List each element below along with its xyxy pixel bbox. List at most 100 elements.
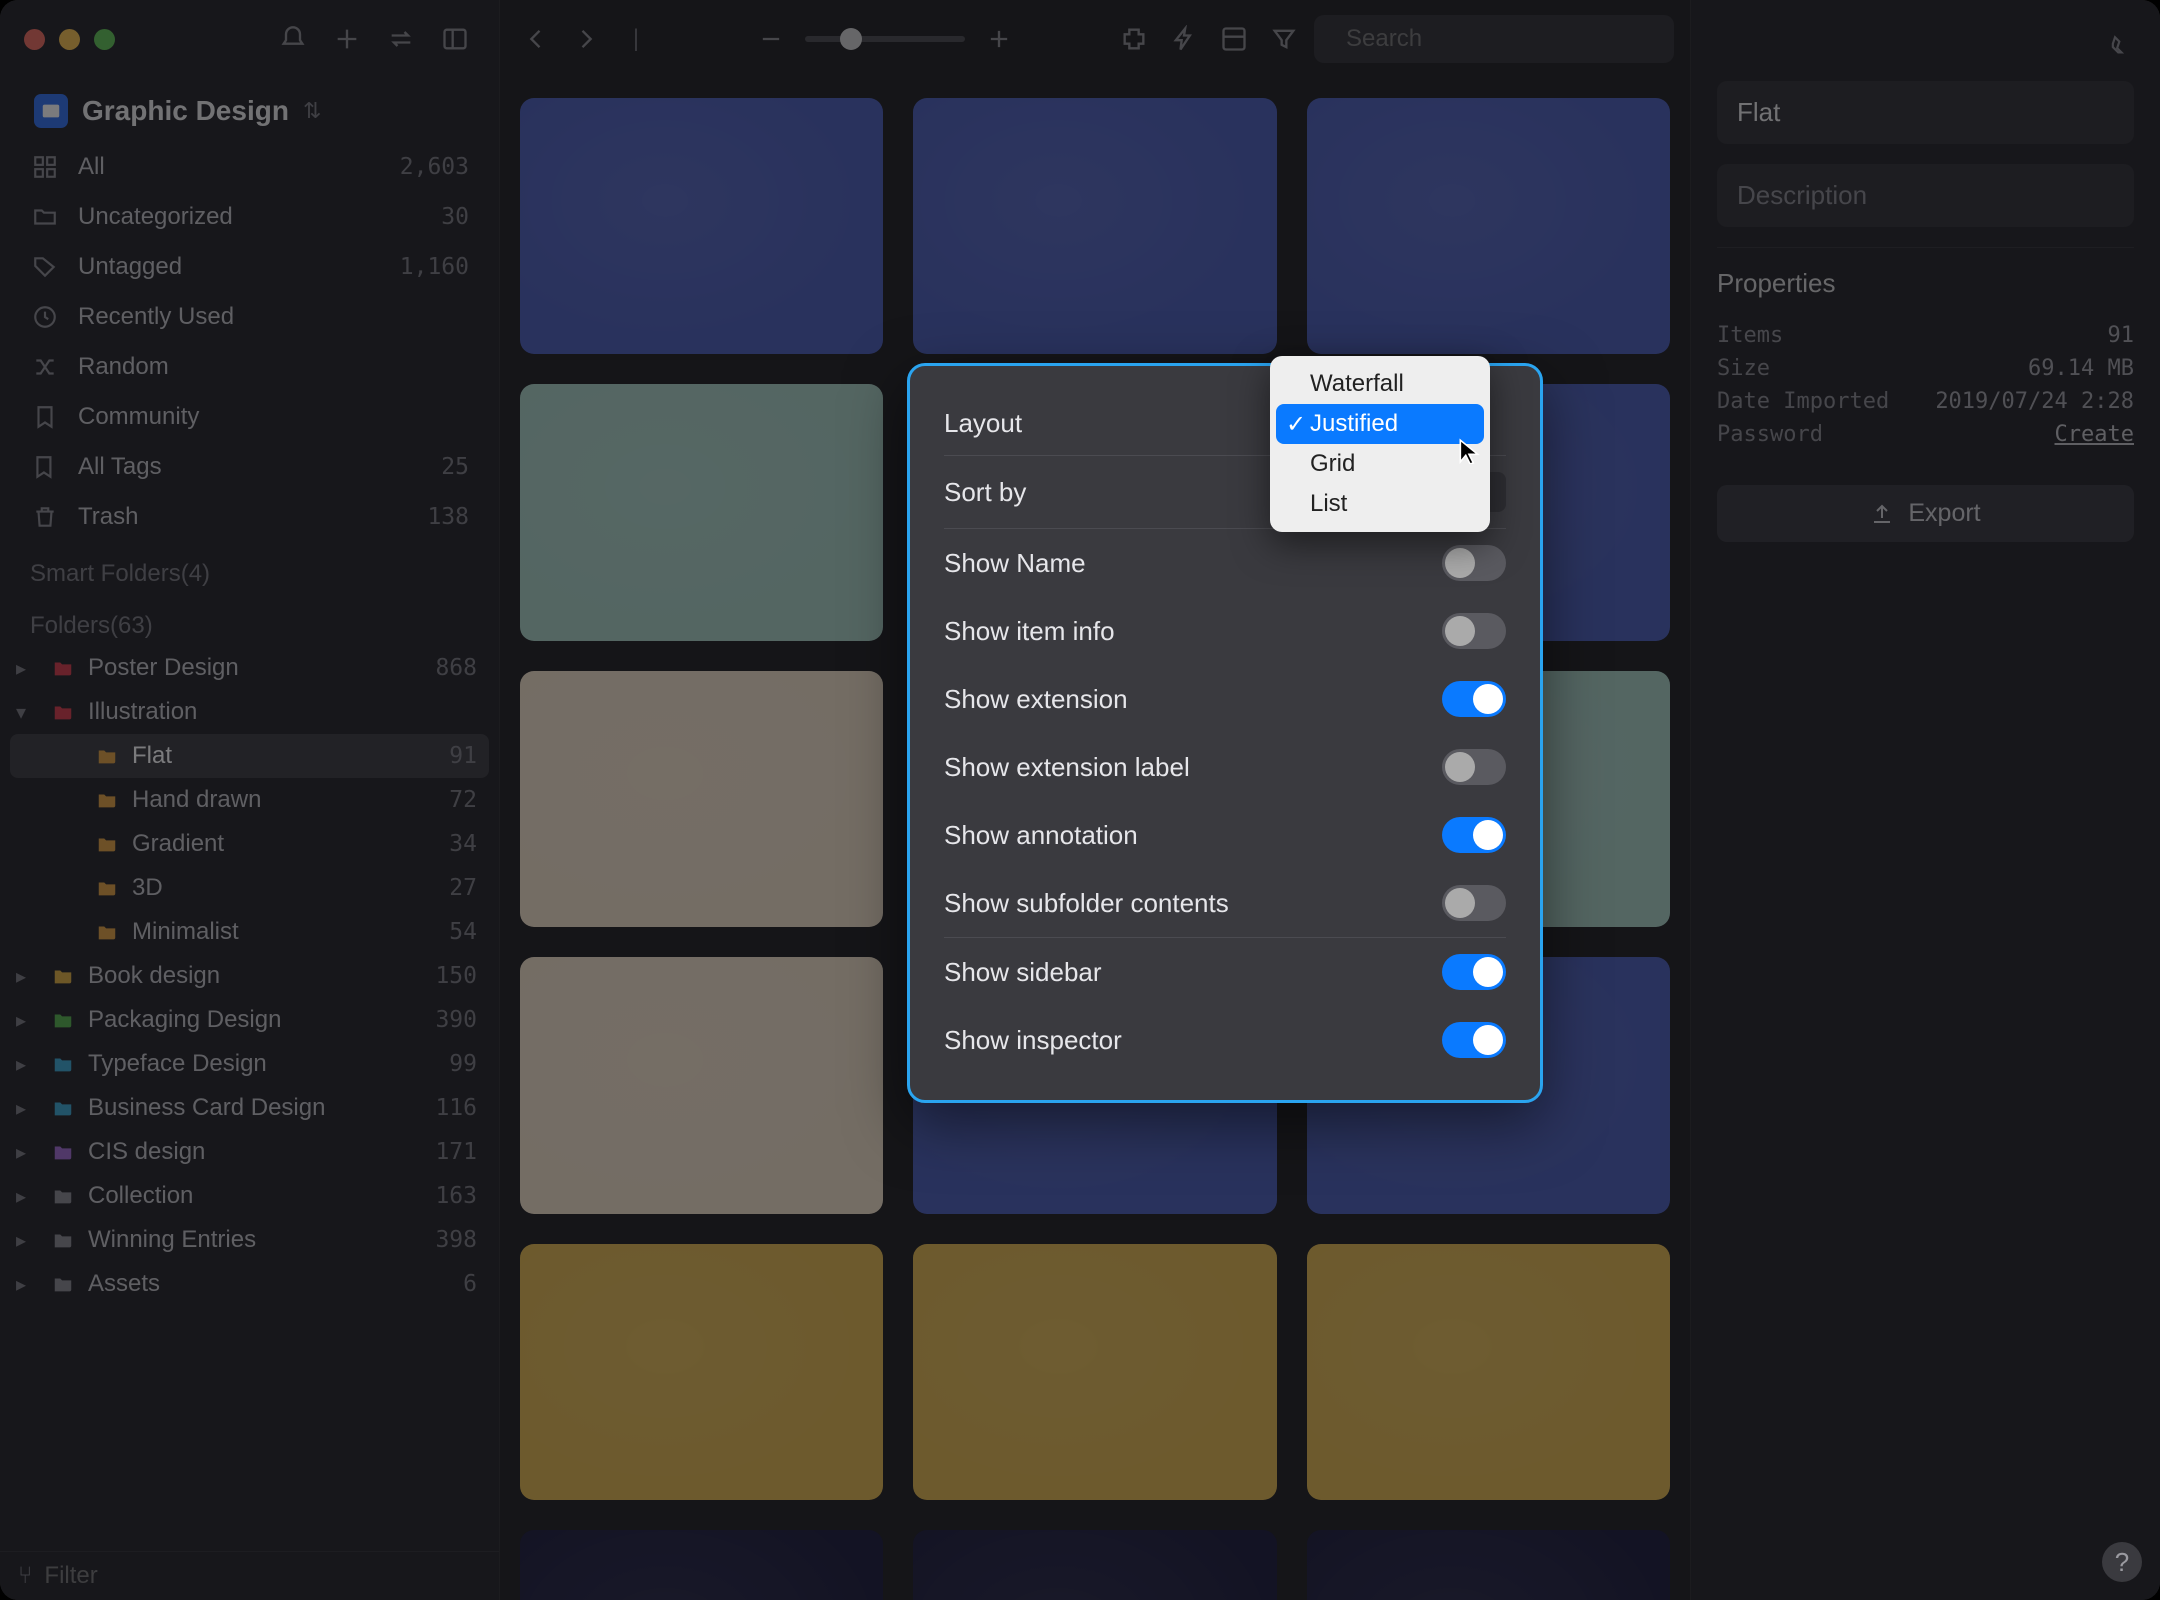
slider-track[interactable]: [805, 36, 965, 42]
search-input[interactable]: [1346, 25, 1656, 53]
disclosure-icon[interactable]: ▾: [16, 700, 38, 725]
disclosure-icon[interactable]: ▸: [16, 1096, 38, 1121]
main: |: [500, 0, 1690, 1600]
subfolder-row[interactable]: Flat91: [10, 734, 489, 778]
titlebar: [0, 0, 499, 78]
nav-uncategorized[interactable]: Uncategorized30: [10, 192, 489, 242]
disclosure-icon[interactable]: ▸: [16, 1052, 38, 1077]
forward-button[interactable]: [566, 19, 606, 59]
thumbnail[interactable]: [913, 98, 1276, 354]
nav-random[interactable]: Random: [10, 342, 489, 392]
folder-count: 72: [449, 787, 477, 813]
layout-option[interactable]: Grid: [1276, 444, 1484, 484]
thumbnail[interactable]: [520, 1244, 883, 1500]
search-box[interactable]: [1314, 15, 1674, 63]
toggle-label: Show subfolder contents: [944, 888, 1229, 919]
nav-community[interactable]: Community: [10, 392, 489, 442]
sidebar-toggle-icon[interactable]: [435, 19, 475, 59]
folder-row[interactable]: ▸Packaging Design390: [10, 998, 489, 1042]
thumbnail[interactable]: [520, 671, 883, 927]
folder-row[interactable]: ▸Typeface Design99: [10, 1042, 489, 1086]
bell-icon[interactable]: [273, 19, 313, 59]
close-window[interactable]: [24, 29, 45, 50]
folder-title-input[interactable]: Flat: [1717, 81, 2134, 144]
minimize-window[interactable]: [59, 29, 80, 50]
subfolder-row[interactable]: 3D27: [10, 866, 489, 910]
toggle-switch[interactable]: [1442, 681, 1506, 717]
fullscreen-window[interactable]: [94, 29, 115, 50]
folder-row[interactable]: ▸Poster Design868: [10, 646, 489, 690]
disclosure-icon[interactable]: ▸: [16, 1140, 38, 1165]
nav-label: Random: [78, 353, 169, 381]
window-controls: [24, 29, 115, 50]
library-header[interactable]: Graphic Design ⇅: [0, 84, 499, 138]
help-button[interactable]: ?: [2102, 1542, 2142, 1582]
property-row: PasswordCreate: [1717, 418, 2134, 451]
folder-row[interactable]: ▾Illustration: [10, 690, 489, 734]
nav-all-tags[interactable]: All Tags25: [10, 442, 489, 492]
nav-recently-used[interactable]: Recently Used: [10, 292, 489, 342]
plus-icon[interactable]: [327, 19, 367, 59]
nav-trash[interactable]: Trash138: [10, 492, 489, 542]
toggle-switch[interactable]: [1442, 545, 1506, 581]
folder-row[interactable]: ▸Business Card Design116: [10, 1086, 489, 1130]
smart-folders-header[interactable]: Smart Folders(4): [10, 542, 489, 594]
swap-icon[interactable]: [381, 19, 421, 59]
back-button[interactable]: [516, 19, 556, 59]
disclosure-icon[interactable]: ▸: [16, 656, 38, 681]
export-button[interactable]: Export: [1717, 485, 2134, 542]
folder-icon: [48, 656, 78, 680]
disclosure-icon[interactable]: ▸: [16, 1008, 38, 1033]
minus-icon[interactable]: [751, 19, 791, 59]
funnel-icon[interactable]: [1264, 19, 1304, 59]
layout-icon[interactable]: [1214, 19, 1254, 59]
disclosure-icon[interactable]: ▸: [16, 1184, 38, 1209]
toggle-switch[interactable]: [1442, 749, 1506, 785]
toggle-switch[interactable]: [1442, 613, 1506, 649]
bolt-icon[interactable]: [1164, 19, 1204, 59]
disclosure-icon[interactable]: ▸: [16, 1228, 38, 1253]
folder-row[interactable]: ▸Collection163: [10, 1174, 489, 1218]
nav-untagged[interactable]: Untagged1,160: [10, 242, 489, 292]
toggle-label: Show extension label: [944, 752, 1190, 783]
subfolder-row[interactable]: Minimalist54: [10, 910, 489, 954]
thumbnail[interactable]: [520, 957, 883, 1213]
folder-label: Poster Design: [88, 654, 425, 682]
disclosure-icon[interactable]: ▸: [16, 1272, 38, 1297]
toggle-switch[interactable]: [1442, 954, 1506, 990]
layout-option[interactable]: Justified: [1276, 404, 1484, 444]
thumbnail[interactable]: [520, 98, 883, 354]
filter-input[interactable]: [44, 1562, 481, 1590]
thumbnail[interactable]: [913, 1530, 1276, 1600]
thumbnail[interactable]: [1307, 1244, 1670, 1500]
toggle-switch[interactable]: [1442, 885, 1506, 921]
layout-option[interactable]: Waterfall: [1276, 364, 1484, 404]
folder-row[interactable]: ▸CIS design171: [10, 1130, 489, 1174]
thumbnail[interactable]: [913, 1244, 1276, 1500]
description-input[interactable]: Description: [1717, 164, 2134, 227]
zoom-slider[interactable]: [751, 19, 1019, 59]
folders-header[interactable]: Folders(63): [10, 594, 489, 646]
slider-knob[interactable]: [840, 28, 862, 50]
shuffle-icon: [30, 352, 60, 382]
toggle-switch[interactable]: [1442, 1022, 1506, 1058]
property-value[interactable]: Create: [2055, 422, 2134, 447]
subfolder-row[interactable]: Gradient34: [10, 822, 489, 866]
subfolder-row[interactable]: Hand drawn72: [10, 778, 489, 822]
folder-row[interactable]: ▸Winning Entries398: [10, 1218, 489, 1262]
disclosure-icon[interactable]: ▸: [16, 964, 38, 989]
thumbnail[interactable]: [1307, 98, 1670, 354]
pin-icon[interactable]: [2102, 22, 2134, 67]
folder-row[interactable]: ▸Book design150: [10, 954, 489, 998]
thumbnail[interactable]: [1307, 1530, 1670, 1600]
thumbnail[interactable]: [520, 1530, 883, 1600]
trash-icon: [30, 502, 60, 532]
nav-all[interactable]: All2,603: [10, 142, 489, 192]
toggle-switch[interactable]: [1442, 817, 1506, 853]
folder-row[interactable]: ▸Assets6: [10, 1262, 489, 1306]
layout-option[interactable]: List: [1276, 484, 1484, 524]
extension-icon[interactable]: [1114, 19, 1154, 59]
mouse-cursor: [1456, 438, 1482, 464]
thumbnail[interactable]: [520, 384, 883, 640]
plus-icon[interactable]: [979, 19, 1019, 59]
